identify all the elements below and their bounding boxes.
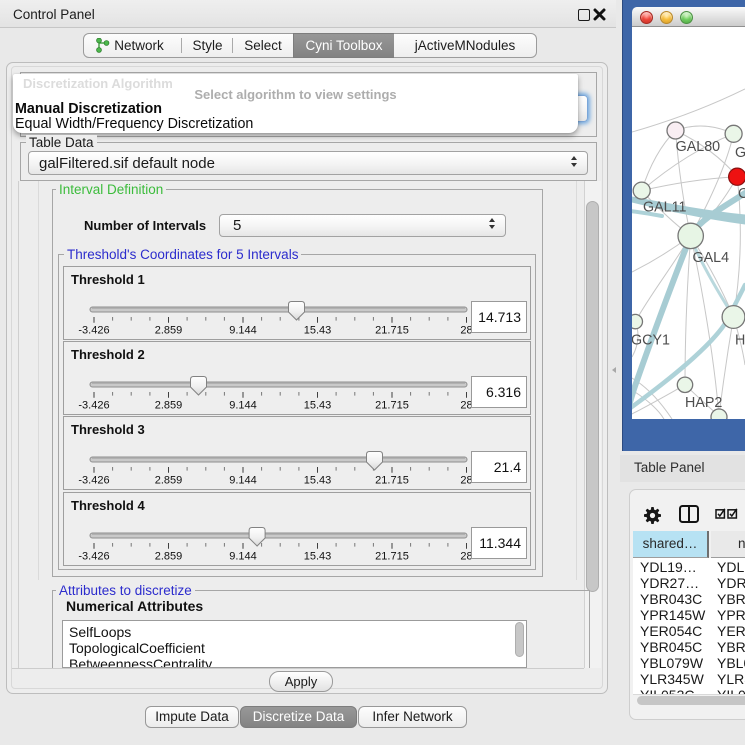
svg-text:-3.426: -3.426 <box>78 325 109 337</box>
svg-text:HA: HA <box>735 333 745 349</box>
svg-text:21.715: 21.715 <box>375 325 409 337</box>
svg-text:9.144: 9.144 <box>229 400 257 412</box>
svg-text:GAL11: GAL11 <box>643 200 686 216</box>
svg-text:2.859: 2.859 <box>155 325 183 337</box>
svg-text:CO: CO <box>738 186 745 202</box>
svg-text:9.144: 9.144 <box>229 325 257 337</box>
svg-text:15.43: 15.43 <box>304 551 332 563</box>
svg-text:-3.426: -3.426 <box>78 400 109 412</box>
svg-text:HAP2: HAP2 <box>685 395 722 411</box>
svg-text:21.715: 21.715 <box>375 551 409 563</box>
svg-text:GA: GA <box>735 145 745 161</box>
svg-text:GAL4: GAL4 <box>693 250 730 266</box>
svg-text:2.859: 2.859 <box>155 475 183 487</box>
svg-text:GAL80: GAL80 <box>676 139 721 155</box>
svg-text:9.144: 9.144 <box>229 475 257 487</box>
svg-text:21.715: 21.715 <box>375 475 409 487</box>
svg-text:15.43: 15.43 <box>304 325 332 337</box>
svg-text:2.859: 2.859 <box>155 400 183 412</box>
svg-text:-3.426: -3.426 <box>78 475 109 487</box>
svg-text:21.715: 21.715 <box>375 400 409 412</box>
svg-text:15.43: 15.43 <box>304 400 332 412</box>
svg-text:GCY1: GCY1 <box>632 333 670 349</box>
svg-text:-3.426: -3.426 <box>78 551 109 563</box>
svg-text:9.144: 9.144 <box>229 551 257 563</box>
svg-text:2.859: 2.859 <box>155 551 183 563</box>
svg-text:15.43: 15.43 <box>304 475 332 487</box>
